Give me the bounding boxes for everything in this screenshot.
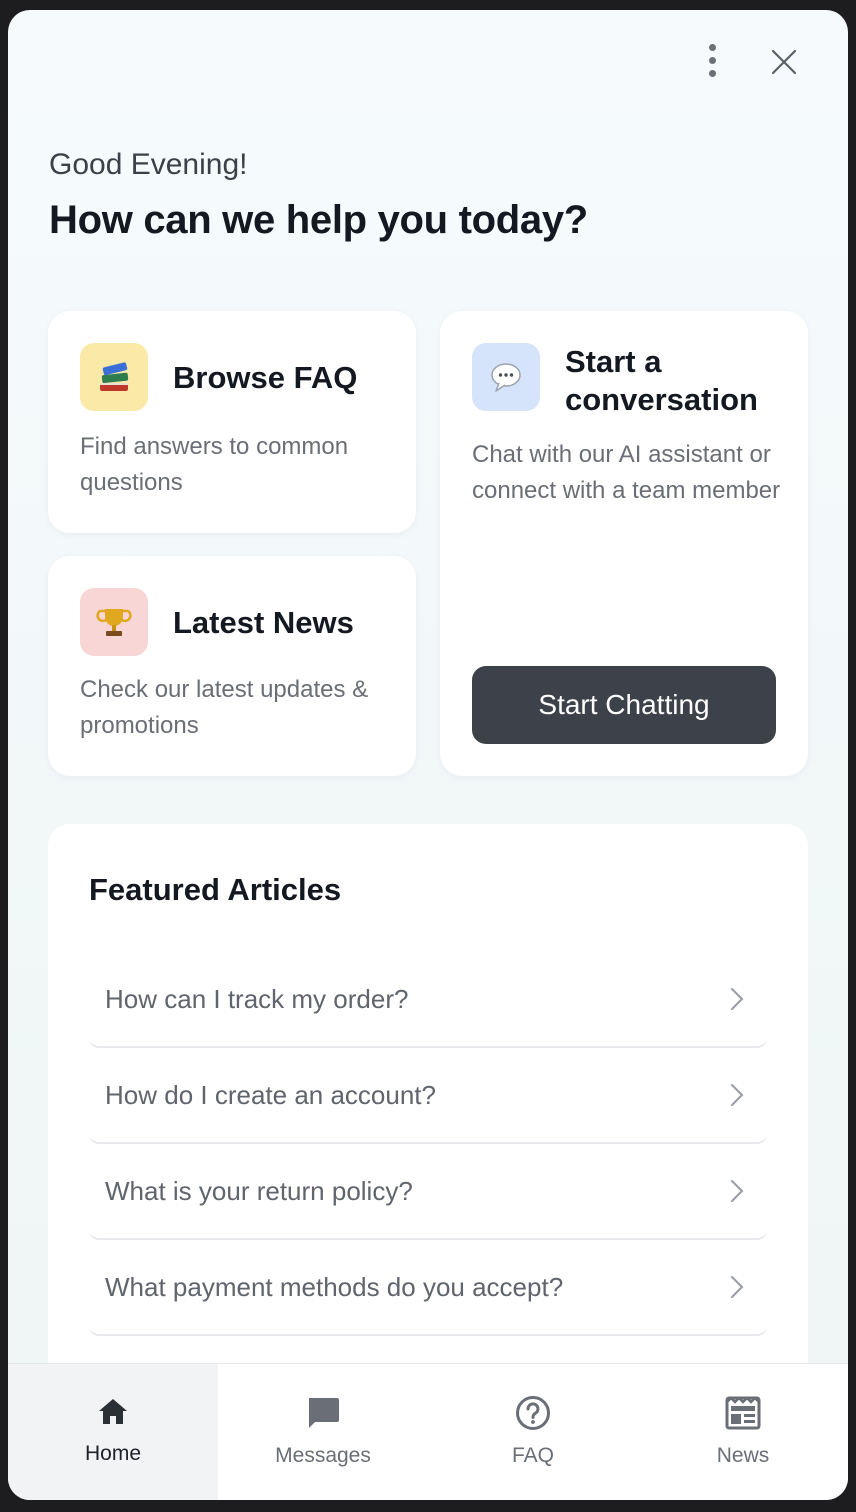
latest-news-description: Check our latest updates & promotions bbox=[80, 676, 369, 739]
more-options-dot bbox=[708, 56, 716, 64]
article-list: How can I track my order? How do I creat… bbox=[89, 952, 767, 1336]
article-title: What payment methods do you accept? bbox=[105, 1271, 564, 1302]
more-options-dot bbox=[708, 69, 716, 77]
help-widget: Good Evening! How can we help you today?… bbox=[8, 10, 848, 1500]
start-conversation-description: Chat with our AI assistant or connect wi… bbox=[472, 441, 781, 504]
home-icon bbox=[99, 1399, 127, 1424]
nav-faq[interactable]: FAQ bbox=[428, 1364, 638, 1500]
chevron-right-icon bbox=[730, 1179, 744, 1203]
featured-articles-section: Featured Articles How can I track my ord… bbox=[48, 824, 808, 1444]
browse-faq-description: Find answers to common questions bbox=[80, 433, 349, 496]
nav-news-label: News bbox=[716, 1444, 770, 1467]
start-chatting-button[interactable]: Start Chatting bbox=[472, 666, 776, 744]
close-icon bbox=[771, 49, 797, 75]
more-options-icon bbox=[708, 43, 716, 51]
start-conversation-card: Start a conversation Chat with our AI as… bbox=[440, 311, 808, 776]
speech-bubble-icon bbox=[472, 343, 540, 411]
nav-faq-label: FAQ bbox=[511, 1444, 554, 1467]
greeting-text: Good Evening! bbox=[49, 148, 248, 181]
article-title: How can I track my order? bbox=[105, 983, 409, 1014]
more-options-button[interactable] bbox=[694, 40, 730, 80]
nav-news[interactable]: News bbox=[638, 1364, 848, 1500]
nav-messages-label: Messages bbox=[275, 1444, 371, 1467]
chevron-right-icon bbox=[730, 1275, 744, 1299]
article-item[interactable]: How can I track my order? bbox=[89, 952, 767, 1048]
help-circle-icon bbox=[516, 1396, 550, 1430]
chevron-right-icon bbox=[730, 1083, 744, 1107]
close-button[interactable] bbox=[764, 42, 804, 82]
featured-articles-title: Featured Articles bbox=[89, 872, 342, 907]
nav-messages[interactable]: Messages bbox=[218, 1364, 428, 1500]
article-item[interactable]: What payment methods do you accept? bbox=[89, 1240, 767, 1336]
start-conversation-title: Start a conversation bbox=[565, 344, 758, 417]
widget-header bbox=[8, 10, 848, 110]
nav-home[interactable]: Home bbox=[8, 1364, 218, 1500]
article-item[interactable]: What is your return policy? bbox=[89, 1144, 767, 1240]
article-item[interactable]: How do I create an account? bbox=[89, 1048, 767, 1144]
page-title: How can we help you today? bbox=[49, 198, 588, 242]
latest-news-title: Latest News bbox=[173, 605, 354, 640]
trophy-icon bbox=[80, 588, 148, 656]
message-icon bbox=[309, 1398, 339, 1428]
article-title: How do I create an account? bbox=[105, 1079, 436, 1110]
latest-news-card[interactable]: Latest News Check our latest updates & p… bbox=[48, 556, 416, 776]
nav-home-label: Home bbox=[84, 1442, 142, 1465]
article-title: What is your return policy? bbox=[105, 1175, 413, 1206]
newspaper-icon bbox=[725, 1396, 761, 1430]
browse-faq-title: Browse FAQ bbox=[173, 360, 358, 395]
books-icon bbox=[80, 343, 148, 411]
browse-faq-card[interactable]: Browse FAQ Find answers to common questi… bbox=[48, 311, 416, 533]
chevron-right-icon bbox=[730, 987, 744, 1011]
bottom-navigation: Home Messages FAQ News bbox=[8, 1363, 848, 1500]
